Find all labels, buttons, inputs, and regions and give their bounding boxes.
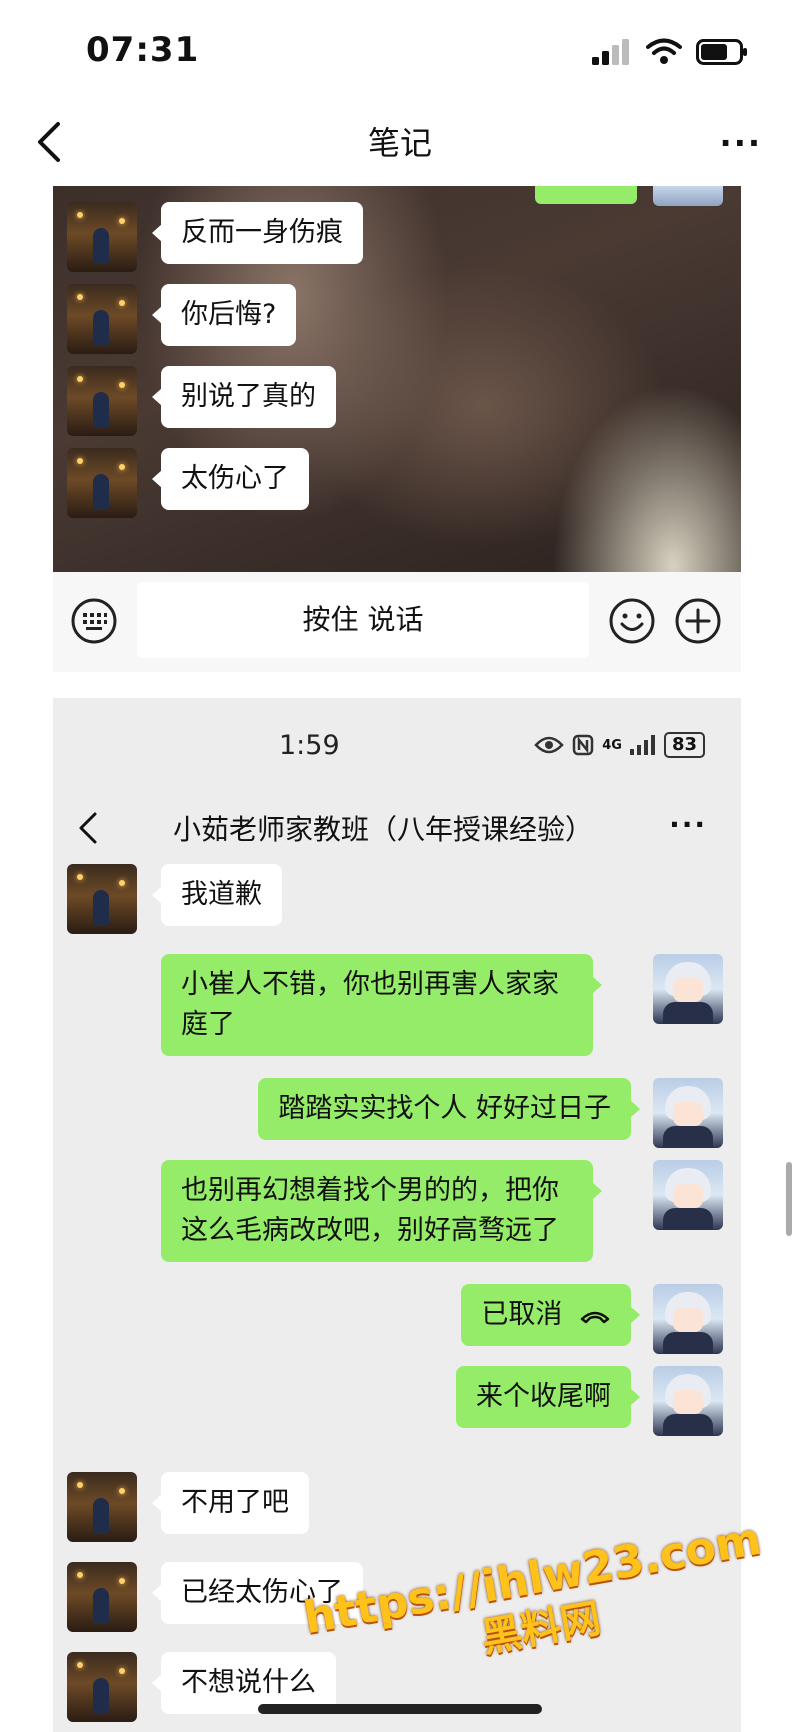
avatar [67,864,137,934]
message-bubble: 反而一身伤痕 [152,202,363,264]
scrollbar[interactable] [786,1162,792,1236]
keyboard-icon[interactable] [71,598,117,644]
network-type: 4G [602,737,622,753]
avatar [67,366,137,436]
avatar [653,1160,723,1230]
avatar [67,1472,137,1542]
status-time: 07:31 [86,30,200,70]
message-bubble: 别说了真的 [152,366,336,428]
message-bubble: 也别再幻想着找个男的的，把你这么毛病改改吧，别好高骛远了 [161,1160,602,1262]
avatar [653,1078,723,1148]
message-bubble: 你后悔? [151,284,297,346]
avatar [67,448,137,518]
cellular-signal-icon [592,39,629,65]
chat-screenshot-1: 反而一身伤痕 你后悔? 别说了真的 太伤心了 按住 说话 [53,186,741,672]
partial-avatar [653,186,723,206]
chat-more-button[interactable]: ··· [669,808,707,841]
wifi-icon [646,38,682,64]
avatar [67,202,137,272]
message-bubble: 太伤心了 [152,448,309,510]
message-bubble: 踏踏实实找个人 好好过日子 [258,1078,640,1140]
chat-input-bar: 按住 说话 [53,572,741,672]
inner-status-icons: 4G 83 [534,732,705,758]
chat-title: 小茹老师家教班（八年授课经验） [173,813,594,846]
message-bubble: 我道歉 [152,864,282,926]
hold-to-talk-button[interactable]: 按住 说话 [137,582,589,658]
more-options-button[interactable]: ··· [720,124,762,162]
home-indicator[interactable] [258,1704,542,1714]
avatar [67,1562,137,1632]
inner-status-time: 1:59 [279,730,340,761]
plus-icon[interactable] [675,598,721,644]
avatar [653,1366,723,1436]
nav-bar: 笔记 ··· [0,100,800,186]
page-title: 笔记 [367,124,432,162]
message-bubble: 不用了吧 [152,1472,309,1534]
back-chevron-icon[interactable] [73,808,103,848]
phone-hangup-icon [580,1311,610,1323]
status-icons [592,38,748,66]
message-bubble: 小崔人不错，你也别再害人家家庭了 [161,954,602,1056]
cancelled-call-bubble: 已取消 [461,1284,640,1346]
avatar [67,284,137,354]
message-text: 已取消 [481,1299,563,1330]
avatar [653,954,723,1024]
nfc-icon [572,734,594,756]
avatar [653,1284,723,1354]
status-bar: 07:31 [0,0,800,100]
eye-icon [534,736,564,754]
battery-icon [696,39,747,65]
battery-level: 83 [663,732,705,758]
message-bubble: 来个收尾啊 [456,1366,640,1428]
avatar [67,1652,137,1722]
photo-background [53,186,741,572]
cellular-signal-icon [629,735,655,755]
partial-green-bubble [535,186,637,204]
emoji-icon[interactable] [609,598,655,644]
